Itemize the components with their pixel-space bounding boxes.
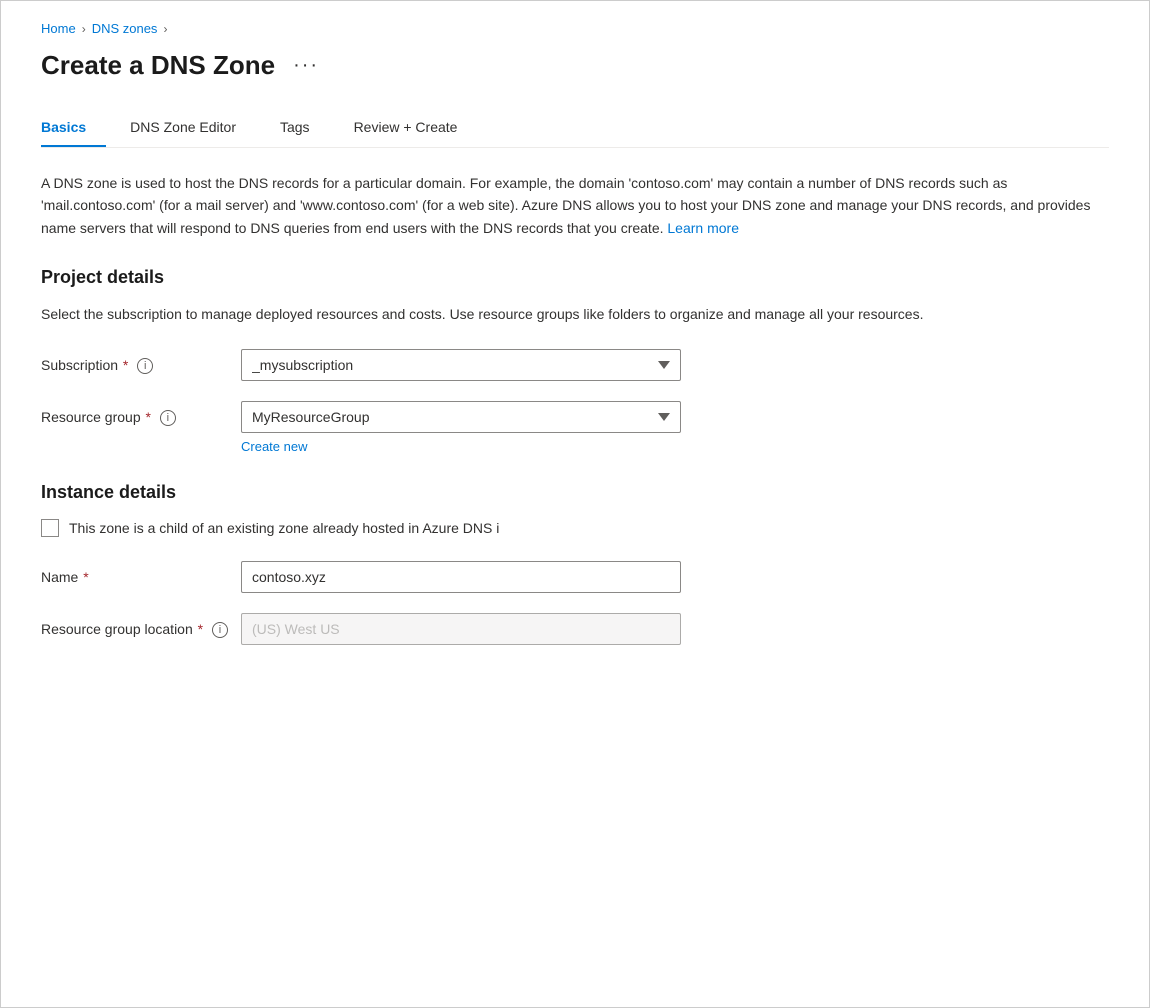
subscription-row: Subscription * i _mysubscription: [41, 349, 1109, 381]
description-text: A DNS zone is used to host the DNS recor…: [41, 172, 1091, 239]
subscription-info-icon[interactable]: i: [137, 358, 153, 374]
project-details-subtitle: Select the subscription to manage deploy…: [41, 304, 1091, 325]
subscription-required: *: [119, 357, 128, 373]
name-required: *: [79, 569, 88, 585]
resource-group-select[interactable]: MyResourceGroup: [241, 401, 681, 433]
resource-group-location-select-wrapper: (US) West US: [241, 613, 681, 645]
resource-group-location-info-icon[interactable]: i: [212, 622, 228, 638]
child-zone-label: This zone is a child of an existing zone…: [69, 520, 499, 536]
tab-dns-zone-editor[interactable]: DNS Zone Editor: [130, 109, 256, 147]
name-row: Name *: [41, 561, 1109, 593]
child-zone-checkbox-row: This zone is a child of an existing zone…: [41, 519, 1109, 537]
resource-group-label-col: Resource group * i: [41, 401, 241, 426]
resource-group-required: *: [142, 409, 151, 425]
child-zone-checkbox[interactable]: [41, 519, 59, 537]
project-details-heading: Project details: [41, 267, 1109, 288]
resource-group-location-control-col: (US) West US: [241, 613, 681, 645]
resource-group-location-label: Resource group location: [41, 621, 193, 637]
breadcrumb-sep-2: ›: [163, 22, 167, 36]
breadcrumb-sep-1: ›: [82, 22, 86, 36]
child-zone-label-text: This zone is a child of an existing zone…: [69, 520, 492, 536]
create-new-resource-group-link[interactable]: Create new: [241, 439, 307, 454]
resource-group-location-label-col: Resource group location * i: [41, 613, 241, 638]
page-title: Create a DNS Zone: [41, 50, 275, 81]
name-control-col: [241, 561, 681, 593]
resource-group-info-icon[interactable]: i: [160, 410, 176, 426]
description-body: A DNS zone is used to host the DNS recor…: [41, 175, 1090, 236]
tab-bar: Basics DNS Zone Editor Tags Review + Cre…: [41, 109, 1109, 148]
tab-basics[interactable]: Basics: [41, 109, 106, 147]
project-details-section: Project details Select the subscription …: [41, 267, 1109, 454]
subscription-select-wrapper: _mysubscription: [241, 349, 681, 381]
ellipsis-menu-button[interactable]: ···: [287, 52, 325, 79]
instance-details-heading: Instance details: [41, 482, 1109, 503]
tab-tags[interactable]: Tags: [280, 109, 330, 147]
name-label-col: Name *: [41, 561, 241, 585]
resource-group-row: Resource group * i MyResourceGroup Creat…: [41, 401, 1109, 454]
page-title-row: Create a DNS Zone ···: [41, 50, 1109, 81]
subscription-select[interactable]: _mysubscription: [241, 349, 681, 381]
resource-group-select-wrapper: MyResourceGroup: [241, 401, 681, 433]
child-zone-info-icon[interactable]: i: [496, 520, 499, 536]
breadcrumb: Home › DNS zones ›: [41, 21, 1109, 36]
resource-group-location-required: *: [194, 621, 203, 637]
subscription-control-col: _mysubscription: [241, 349, 681, 381]
name-input[interactable]: [241, 561, 681, 593]
resource-group-label: Resource group: [41, 409, 141, 425]
breadcrumb-dns-zones[interactable]: DNS zones: [92, 21, 158, 36]
subscription-label-col: Subscription * i: [41, 349, 241, 374]
instance-details-section: Instance details This zone is a child of…: [41, 482, 1109, 645]
resource-group-location-select: (US) West US: [241, 613, 681, 645]
tab-review-create[interactable]: Review + Create: [354, 109, 478, 147]
learn-more-link[interactable]: Learn more: [667, 220, 739, 236]
breadcrumb-home[interactable]: Home: [41, 21, 76, 36]
name-label: Name: [41, 569, 78, 585]
resource-group-control-col: MyResourceGroup Create new: [241, 401, 681, 454]
resource-group-location-row: Resource group location * i (US) West US: [41, 613, 1109, 645]
subscription-label: Subscription: [41, 357, 118, 373]
